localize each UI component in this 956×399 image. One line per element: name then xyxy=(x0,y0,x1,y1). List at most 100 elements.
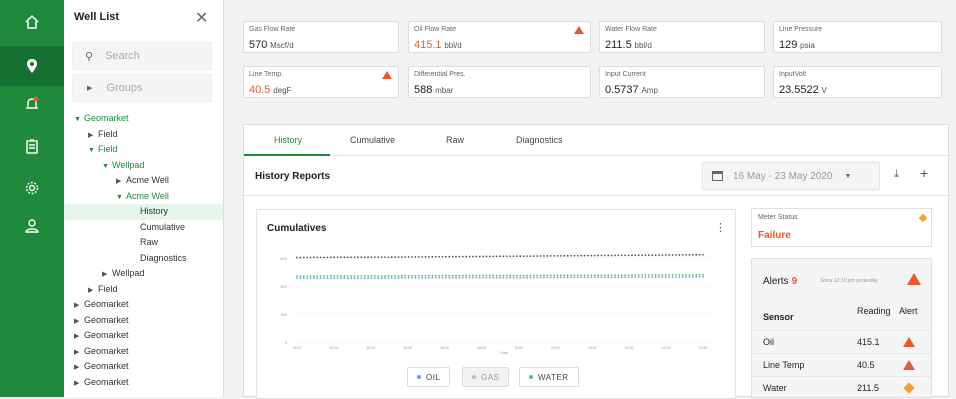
tree-item[interactable]: ▼ Wellpad xyxy=(64,158,223,174)
tree-item-label: Raw xyxy=(140,237,159,247)
data-point-gas xyxy=(651,276,654,278)
tree-item[interactable]: ▶ Geomarket xyxy=(64,328,223,344)
data-point-oil xyxy=(654,254,657,257)
data-point-oil xyxy=(512,255,515,258)
data-point-gas xyxy=(306,277,309,280)
tree-item[interactable]: Diagnostics xyxy=(64,251,223,267)
data-point-oil xyxy=(502,255,505,258)
data-point-gas xyxy=(580,276,583,279)
data-point-oil xyxy=(668,254,671,256)
data-point-gas xyxy=(428,276,430,279)
caret-down-icon: ▼ xyxy=(116,193,123,201)
metric-unit: degF xyxy=(273,86,292,95)
home-icon[interactable] xyxy=(0,2,64,42)
tree-item[interactable]: Raw xyxy=(64,235,223,251)
alert-row[interactable]: Water 211.5 xyxy=(752,376,931,398)
tree-item[interactable]: ▼ Geomarket xyxy=(64,111,223,127)
data-point-oil xyxy=(681,254,684,256)
groups-dropdown[interactable]: ▶ Groups xyxy=(72,74,212,102)
gear-icon[interactable] xyxy=(0,168,64,208)
data-point-oil xyxy=(370,256,373,259)
download-icon[interactable]: ⤓ xyxy=(894,168,899,181)
alert-row[interactable]: Oil 415.1 xyxy=(752,330,931,352)
tree-item[interactable]: Cumulative xyxy=(64,220,223,236)
tree-item[interactable]: ▼ Field xyxy=(64,142,223,158)
data-point-water xyxy=(438,274,440,277)
data-point-gas xyxy=(509,276,512,279)
data-point-gas xyxy=(543,276,545,279)
x-tick-label: 19:00 xyxy=(514,346,523,350)
data-point-water xyxy=(570,274,572,277)
data-point-water xyxy=(363,275,366,277)
data-point-gas xyxy=(637,276,640,279)
tab-diagnostics[interactable]: Diagnostics xyxy=(516,135,563,145)
data-point-gas xyxy=(465,276,468,279)
data-point-oil xyxy=(482,255,484,258)
search-input[interactable]: ⚲ Search xyxy=(72,42,212,70)
data-point-gas xyxy=(319,277,322,280)
data-point-gas xyxy=(360,277,363,280)
metric-value: 129 xyxy=(779,39,798,51)
tree-item[interactable]: ▶ Wellpad xyxy=(64,266,223,282)
user-icon[interactable] xyxy=(0,206,64,246)
tab-cumulative[interactable]: Cumulative xyxy=(350,135,395,145)
add-icon[interactable]: + xyxy=(920,165,928,181)
location-pin-icon[interactable] xyxy=(0,46,64,86)
more-menu-icon[interactable]: ⋮ xyxy=(715,221,726,234)
tree-item[interactable]: History xyxy=(64,204,223,220)
data-point-water xyxy=(299,275,302,278)
tab-raw[interactable]: Raw xyxy=(446,135,464,145)
data-point-oil xyxy=(702,253,704,256)
data-point-gas xyxy=(631,276,633,279)
tree-item[interactable]: ▶ Geomarket xyxy=(64,359,223,375)
metric-unit: Mscf/d xyxy=(270,41,294,50)
data-point-gas xyxy=(485,276,488,279)
data-point-oil xyxy=(302,256,305,259)
data-point-gas xyxy=(370,277,373,280)
date-range-picker[interactable]: 16 May - 23 May 2020 ▼ xyxy=(702,162,880,190)
metric-card: Differential Pres. 588 mbar xyxy=(408,66,591,98)
tree-item[interactable]: ▶ Acme Well xyxy=(64,173,223,189)
tree-item[interactable]: ▶ Geomarket xyxy=(64,375,223,391)
tree-item[interactable]: ▶ Geomarket xyxy=(64,344,223,360)
data-point-water xyxy=(309,275,312,277)
data-point-oil xyxy=(492,255,495,258)
tree-item-label: Wellpad xyxy=(112,159,145,170)
caret-right-icon: ▶ xyxy=(88,286,94,294)
tree-item[interactable]: ▶ Geomarket xyxy=(64,313,223,329)
data-point-water xyxy=(516,274,518,277)
data-point-gas xyxy=(411,276,413,279)
data-point-gas xyxy=(702,276,704,278)
warning-triangle-icon xyxy=(574,26,584,34)
data-point-oil xyxy=(587,254,589,257)
legend-pill-gas[interactable]: GAS xyxy=(462,367,510,387)
tree-item[interactable]: ▼ Acme Well xyxy=(64,189,223,205)
data-point-gas xyxy=(560,276,562,279)
cumulatives-chart-card: Cumulatives ⋮ 0 200 400 600 18:00 18:10 18:20 1… xyxy=(256,209,736,399)
data-point-gas xyxy=(434,276,437,279)
tree-item[interactable]: ▶ Field xyxy=(64,127,223,143)
data-point-oil xyxy=(313,256,315,259)
alert-bell-icon[interactable] xyxy=(0,84,64,124)
metric-value: 588 xyxy=(414,84,433,96)
data-point-oil xyxy=(417,256,420,258)
data-point-oil xyxy=(590,254,593,257)
data-point-gas xyxy=(539,276,542,279)
metric-value: 0.5737 xyxy=(605,84,639,96)
data-point-oil xyxy=(661,254,664,256)
clipboard-icon[interactable] xyxy=(0,126,64,166)
data-point-gas xyxy=(472,276,474,279)
tab-history[interactable]: History xyxy=(274,135,302,145)
alert-row[interactable]: Line Temp 40.5 xyxy=(752,353,931,375)
data-point-oil xyxy=(387,256,390,258)
data-point-gas xyxy=(400,277,403,279)
close-icon[interactable]: ✕ xyxy=(195,8,208,28)
tree-item[interactable]: ▶ Field xyxy=(64,282,223,298)
data-point-oil xyxy=(617,254,620,257)
legend-pill-water[interactable]: WATER xyxy=(519,367,579,387)
data-point-oil xyxy=(346,256,349,259)
caret-right-icon: ▶ xyxy=(74,379,80,387)
tree-item[interactable]: ▶ Geomarket xyxy=(64,297,223,313)
legend-pill-oil[interactable]: OIL xyxy=(407,367,451,387)
data-point-water xyxy=(313,275,315,277)
